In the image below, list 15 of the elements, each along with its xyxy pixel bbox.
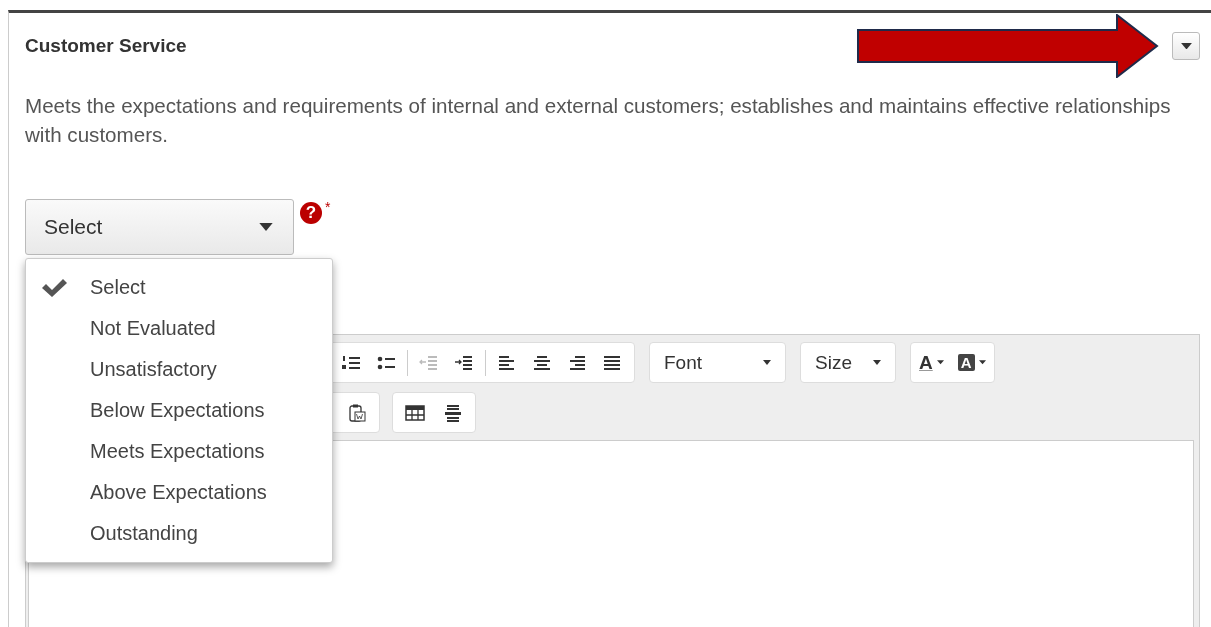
section-title: Customer Service <box>25 35 187 57</box>
dropdown-option[interactable]: Above Expectations <box>26 472 332 513</box>
section-description: Meets the expectations and requirements of internal and external customers; establishes and maintains effective relationships with customers. <box>25 93 1172 148</box>
dropdown-option[interactable]: Meets Expectations <box>26 431 332 472</box>
rating-select[interactable]: Select <box>25 199 294 255</box>
dropdown-option[interactable]: Outstanding <box>26 513 332 554</box>
dropdown-option[interactable]: Below Expectations <box>26 390 332 431</box>
help-icon[interactable]: ? <box>300 202 322 224</box>
size-dropdown[interactable]: Size <box>800 342 896 383</box>
dropdown-option[interactable]: Select <box>26 267 332 308</box>
dropdown-option[interactable]: Unsatisfactory <box>26 349 332 390</box>
text-color-button[interactable]: A <box>919 351 944 374</box>
required-mark: * <box>325 199 331 215</box>
dropdown-option[interactable]: Not Evaluated <box>26 308 332 349</box>
font-dropdown[interactable]: Font <box>649 342 786 383</box>
